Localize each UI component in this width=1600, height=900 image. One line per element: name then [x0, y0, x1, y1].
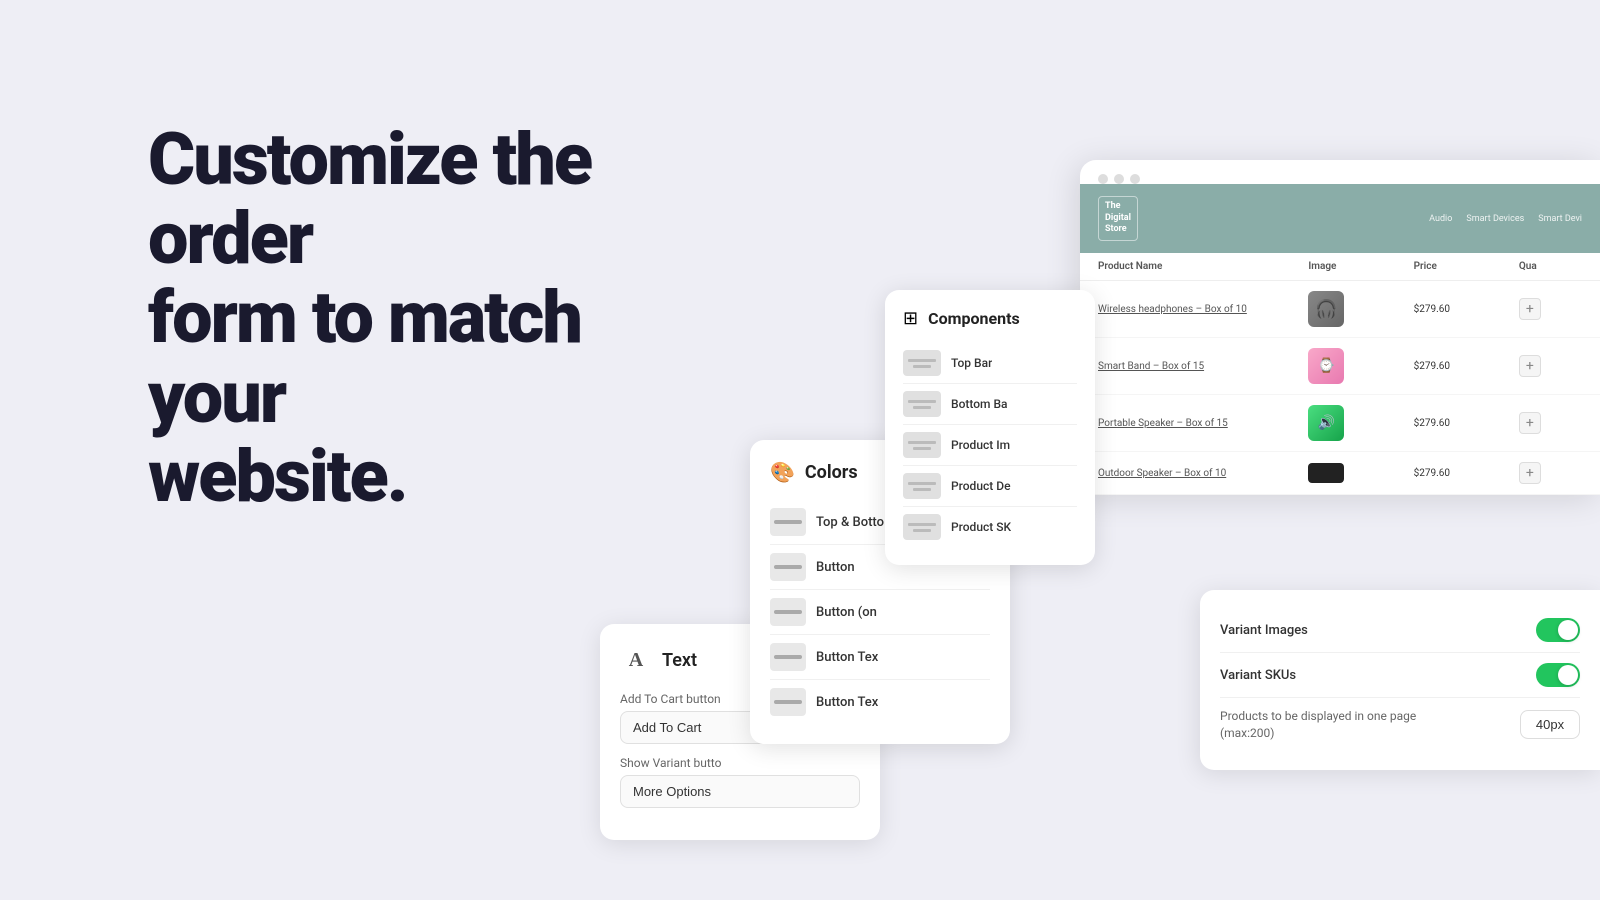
- colors-item-button-text-2[interactable]: Button Tex: [770, 680, 990, 724]
- product-table-panel: The Digital Store Audio Smart Devices Sm…: [1080, 160, 1600, 495]
- store-nav-smart2[interactable]: Smart Devi: [1538, 214, 1582, 224]
- col-header-qty: Qua: [1519, 261, 1582, 272]
- product-price-2: $279.60: [1414, 361, 1519, 372]
- colors-item-icon: [770, 598, 806, 626]
- comp-label-top-bar: Top Bar: [951, 356, 992, 370]
- colors-item-icon: [770, 553, 806, 581]
- colors-item-button-text-1[interactable]: Button Tex: [770, 635, 990, 680]
- colors-item-label: Button Tex: [816, 650, 878, 665]
- colors-item-icon: [770, 508, 806, 536]
- browser-dot-3: [1130, 174, 1140, 184]
- comp-item-product-sku[interactable]: Product SK: [903, 507, 1077, 547]
- store-nav-smart[interactable]: Smart Devices: [1466, 214, 1524, 224]
- components-title: Components: [928, 309, 1020, 328]
- product-name-4[interactable]: Outdoor Speaker – Box of 10: [1098, 468, 1308, 479]
- product-name-3[interactable]: Portable Speaker – Box of 15: [1098, 418, 1308, 429]
- products-per-page-row: Products to be displayed in one page (ma…: [1220, 698, 1580, 752]
- qty-btn-2[interactable]: +: [1519, 355, 1541, 377]
- table-row: Portable Speaker – Box of 15 🔊 $279.60 +: [1080, 395, 1600, 452]
- colors-panel-title: Colors: [805, 462, 858, 483]
- show-variant-input[interactable]: [620, 775, 860, 808]
- comp-thumb-line: [908, 482, 936, 485]
- product-name-1[interactable]: Wireless headphones – Box of 10: [1098, 304, 1308, 315]
- comp-label-product-image: Product Im: [951, 438, 1010, 452]
- qty-btn-3[interactable]: +: [1519, 412, 1541, 434]
- comp-thumb-line: [908, 441, 936, 444]
- table-row: Smart Band – Box of 15 ⌚ $279.60 +: [1080, 338, 1600, 395]
- product-image-1: 🎧: [1308, 291, 1344, 327]
- comp-item-top-bar[interactable]: Top Bar: [903, 343, 1077, 384]
- products-per-page-desc: Products to be displayed in one page (ma…: [1220, 708, 1440, 742]
- show-variant-label: Show Variant butto: [620, 756, 860, 770]
- variant-skus-row: Variant SKUs: [1220, 653, 1580, 698]
- colors-item-icon: [770, 688, 806, 716]
- product-price-4: $279.60: [1414, 468, 1519, 479]
- col-header-image: Image: [1308, 261, 1413, 272]
- qty-btn-4[interactable]: +: [1519, 462, 1541, 484]
- comp-thumb-line: [908, 400, 936, 403]
- variant-images-toggle[interactable]: [1536, 618, 1580, 642]
- comp-thumb-line-short: [913, 447, 931, 450]
- store-header: The Digital Store Audio Smart Devices Sm…: [1080, 184, 1600, 253]
- variant-skus-label: Variant SKUs: [1220, 668, 1296, 683]
- store-nav: Audio Smart Devices Smart Devi: [1158, 214, 1582, 224]
- comp-thumb: [903, 350, 941, 376]
- col-header-name: Product Name: [1098, 261, 1308, 272]
- comp-thumb-line-short: [913, 406, 931, 409]
- table-row: Outdoor Speaker – Box of 10 $279.60 +: [1080, 452, 1600, 495]
- comp-label-bottom-bar: Bottom Ba: [951, 397, 1008, 411]
- comp-thumb: [903, 514, 941, 540]
- browser-dots: [1080, 160, 1600, 184]
- show-variant-row: Show Variant butto: [620, 756, 860, 808]
- hero-section: Customize the order form to match your w…: [148, 120, 728, 516]
- product-image-3: 🔊: [1308, 405, 1344, 441]
- product-price-1: $279.60: [1414, 304, 1519, 315]
- comp-thumb: [903, 391, 941, 417]
- comp-thumb: [903, 432, 941, 458]
- components-icon: ⊞: [903, 308, 918, 329]
- browser-dot-2: [1114, 174, 1124, 184]
- product-price-3: $279.60: [1414, 418, 1519, 429]
- table-header: Product Name Image Price Qua: [1080, 253, 1600, 281]
- settings-panel: Variant Images Variant SKUs Products to …: [1200, 590, 1600, 770]
- comp-item-bottom-bar[interactable]: Bottom Ba: [903, 384, 1077, 425]
- qty-btn-1[interactable]: +: [1519, 298, 1541, 320]
- product-name-2[interactable]: Smart Band – Box of 15: [1098, 361, 1308, 372]
- comp-thumb: [903, 473, 941, 499]
- colors-item-icon: [770, 643, 806, 671]
- text-panel-title: Text: [662, 650, 697, 671]
- store-logo: The Digital Store: [1098, 196, 1138, 241]
- colors-item-label: Button: [816, 560, 855, 575]
- colors-item-label: Button Tex: [816, 695, 878, 710]
- comp-thumb-line-short: [913, 365, 931, 368]
- variant-images-row: Variant Images: [1220, 608, 1580, 653]
- colors-item-button-on[interactable]: Button (on: [770, 590, 990, 635]
- variant-skus-toggle[interactable]: [1536, 663, 1580, 687]
- products-per-page-input[interactable]: [1520, 710, 1580, 739]
- col-header-price: Price: [1414, 261, 1519, 272]
- comp-item-product-image[interactable]: Product Im: [903, 425, 1077, 466]
- comp-thumb-line-short: [913, 529, 931, 532]
- comp-label-product-sku: Product SK: [951, 520, 1011, 534]
- variant-images-label: Variant Images: [1220, 623, 1308, 638]
- text-icon: A: [620, 644, 652, 676]
- comp-item-product-desc[interactable]: Product De: [903, 466, 1077, 507]
- colors-icon: 🎨: [770, 460, 795, 484]
- components-panel: ⊞ Components Top Bar Bottom Ba Product I…: [885, 290, 1095, 565]
- browser-dot-1: [1098, 174, 1108, 184]
- colors-item-label: Button (on: [816, 605, 877, 620]
- comp-thumb-line-short: [913, 488, 931, 491]
- toggle-thumb: [1558, 620, 1578, 640]
- store-nav-audio[interactable]: Audio: [1429, 214, 1452, 224]
- table-row: Wireless headphones – Box of 10 🎧 $279.6…: [1080, 281, 1600, 338]
- product-image-2: ⌚: [1308, 348, 1344, 384]
- colors-item-label: Top & Botto: [816, 515, 884, 530]
- comp-thumb-line: [908, 523, 936, 526]
- comp-label-product-desc: Product De: [951, 479, 1011, 493]
- components-header: ⊞ Components: [903, 308, 1077, 329]
- hero-title: Customize the order form to match your w…: [148, 120, 728, 516]
- comp-thumb-line: [908, 359, 936, 362]
- product-image-4: [1308, 463, 1344, 483]
- toggle-thumb: [1558, 665, 1578, 685]
